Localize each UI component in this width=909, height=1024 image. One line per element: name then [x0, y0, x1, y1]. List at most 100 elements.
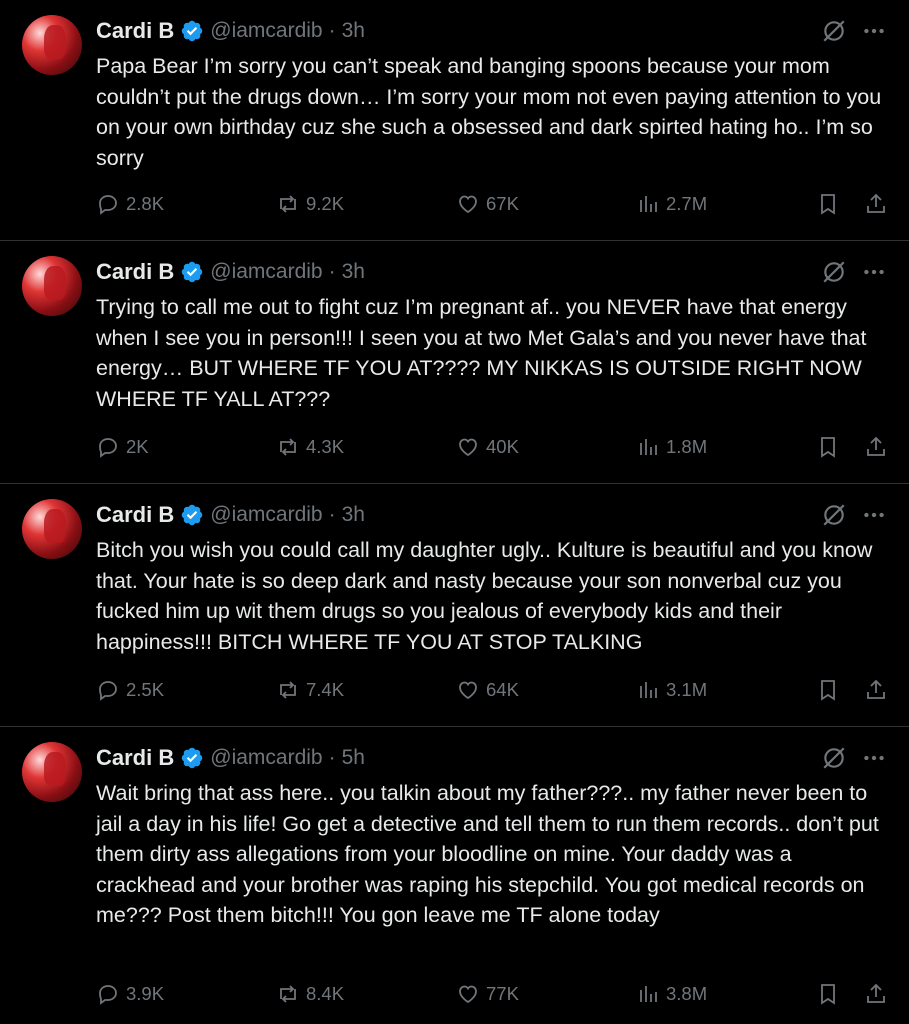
- like-count: 40K: [486, 436, 519, 457]
- author-name[interactable]: Cardi B: [96, 259, 174, 285]
- views-icon: [640, 439, 657, 455]
- share-icon: [867, 983, 885, 1003]
- repost-count: 4.3K: [306, 436, 345, 457]
- tweet-text: Trying to call me out to fight cuz I’m p…: [96, 295, 867, 411]
- reply-button[interactable]: 2K: [96, 435, 149, 459]
- repost-icon: [280, 438, 296, 456]
- share-button[interactable]: [864, 678, 888, 702]
- tweet-actions: 2.5K 7.4K 64K 3.1M: [96, 678, 891, 708]
- like-count: 64K: [486, 679, 519, 700]
- repost-icon: [280, 195, 296, 213]
- verified-badge-icon: [182, 747, 203, 769]
- timestamp[interactable]: 3h: [342, 503, 365, 527]
- avatar[interactable]: [22, 15, 82, 75]
- share-button[interactable]: [864, 982, 888, 1006]
- grok-icon[interactable]: [821, 259, 847, 285]
- share-icon: [867, 436, 885, 456]
- repost-button[interactable]: 4.3K: [276, 435, 344, 459]
- repost-icon: [280, 985, 296, 1003]
- grok-icon[interactable]: [821, 18, 847, 44]
- bookmark-icon: [821, 194, 835, 215]
- like-count: 77K: [486, 983, 519, 1004]
- author-name[interactable]: Cardi B: [96, 502, 174, 528]
- views-icon: [640, 682, 657, 698]
- tweet-header: Cardi B @iamcardib · 3h: [96, 259, 365, 285]
- tweet-actions: 2.8K 9.2K 67K 2.7M: [96, 192, 891, 222]
- bookmark-button[interactable]: [816, 678, 840, 702]
- views-button[interactable]: 2.7M: [636, 192, 707, 216]
- views-count: 2.7M: [666, 193, 708, 214]
- tweet-header: Cardi B @iamcardib · 3h: [96, 18, 365, 44]
- share-icon: [867, 193, 885, 213]
- views-count: 3.8M: [666, 983, 708, 1004]
- more-icon[interactable]: [861, 18, 887, 44]
- bookmark-icon: [821, 984, 835, 1005]
- avatar[interactable]: [22, 499, 82, 559]
- views-button[interactable]: 3.1M: [636, 678, 707, 702]
- more-icon[interactable]: [861, 259, 887, 285]
- bookmark-button[interactable]: [816, 982, 840, 1006]
- avatar[interactable]: [22, 742, 82, 802]
- tweet-text: Bitch you wish you could call my daughte…: [96, 538, 873, 654]
- repost-button[interactable]: 9.2K: [276, 192, 344, 216]
- views-count: 3.1M: [666, 679, 708, 700]
- reply-icon: [99, 195, 117, 215]
- repost-count: 9.2K: [306, 193, 345, 214]
- like-count: 67K: [486, 193, 519, 214]
- author-handle[interactable]: @iamcardib: [210, 503, 322, 527]
- more-icon[interactable]: [861, 502, 887, 528]
- like-icon: [459, 681, 477, 700]
- author-handle[interactable]: @iamcardib: [210, 19, 322, 43]
- like-icon: [459, 438, 477, 457]
- views-button[interactable]: 3.8M: [636, 982, 707, 1006]
- like-button[interactable]: 64K: [456, 678, 519, 702]
- repost-button[interactable]: 8.4K: [276, 982, 344, 1006]
- author-handle[interactable]: @iamcardib: [210, 746, 322, 770]
- timestamp[interactable]: 3h: [342, 19, 365, 43]
- reply-button[interactable]: 3.9K: [96, 982, 164, 1006]
- author-name[interactable]: Cardi B: [96, 18, 174, 44]
- avatar[interactable]: [22, 256, 82, 316]
- reply-count: 3.9K: [126, 983, 165, 1004]
- bookmark-button[interactable]: [816, 192, 840, 216]
- share-button[interactable]: [864, 435, 888, 459]
- verified-badge-icon: [182, 20, 203, 42]
- tweet[interactable]: Cardi B @iamcardib · 3h Papa Bear I’m so…: [0, 0, 909, 241]
- author-handle[interactable]: @iamcardib: [210, 260, 322, 284]
- grok-icon[interactable]: [821, 502, 847, 528]
- repost-button[interactable]: 7.4K: [276, 678, 344, 702]
- like-button[interactable]: 40K: [456, 435, 519, 459]
- bookmark-button[interactable]: [816, 435, 840, 459]
- reply-button[interactable]: 2.8K: [96, 192, 164, 216]
- repost-icon: [280, 681, 296, 699]
- timestamp[interactable]: 5h: [342, 746, 365, 770]
- views-count: 1.8M: [666, 436, 708, 457]
- views-button[interactable]: 1.8M: [636, 435, 707, 459]
- reply-icon: [99, 985, 117, 1005]
- reply-button[interactable]: 2.5K: [96, 678, 164, 702]
- views-icon: [640, 986, 657, 1002]
- like-button[interactable]: 77K: [456, 982, 519, 1006]
- reply-icon: [99, 681, 117, 701]
- reply-count: 2.5K: [126, 679, 165, 700]
- tweet-actions: 2K 4.3K 40K 1.8M: [96, 435, 891, 465]
- tweet-text: Papa Bear I’m sorry you can’t speak and …: [96, 54, 882, 170]
- tweet[interactable]: Cardi B @iamcardib · 3h Bitch you wish y…: [0, 484, 909, 727]
- grok-icon[interactable]: [821, 745, 847, 771]
- tweet-header: Cardi B @iamcardib · 5h: [96, 745, 365, 771]
- like-icon: [459, 195, 477, 214]
- like-icon: [459, 985, 477, 1004]
- like-button[interactable]: 67K: [456, 192, 519, 216]
- tweet-text: Wait bring that ass here.. you talkin ab…: [96, 781, 879, 927]
- bookmark-icon: [821, 437, 835, 458]
- more-icon[interactable]: [861, 745, 887, 771]
- tweet[interactable]: Cardi B @iamcardib · 3h Trying to call m…: [0, 241, 909, 484]
- views-icon: [640, 196, 657, 212]
- tweet-header: Cardi B @iamcardib · 3h: [96, 502, 365, 528]
- bookmark-icon: [821, 680, 835, 701]
- share-button[interactable]: [864, 192, 888, 216]
- timestamp[interactable]: 3h: [342, 260, 365, 284]
- author-name[interactable]: Cardi B: [96, 745, 174, 771]
- tweet[interactable]: Cardi B @iamcardib · 5h Wait bring that …: [0, 727, 909, 1024]
- tweet-actions: 3.9K 8.4K 77K 3.8M: [96, 982, 891, 1012]
